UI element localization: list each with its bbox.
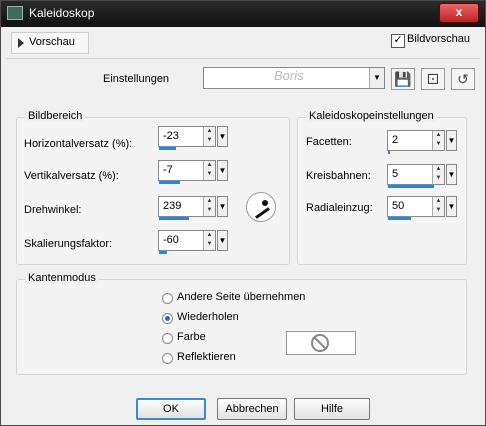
facetten-input[interactable]: 2 ▲ ▼ bbox=[387, 130, 445, 154]
spinner-arrows-icon[interactable]: ▲ ▼ bbox=[203, 161, 215, 180]
ok-button[interactable]: OK bbox=[136, 398, 206, 420]
save-icon[interactable]: 💾 bbox=[391, 68, 415, 90]
radio-reflektieren[interactable] bbox=[162, 353, 173, 364]
chevron-down-icon[interactable]: ▼ bbox=[217, 196, 228, 217]
preset-select[interactable]: Boris ▼ bbox=[203, 67, 385, 89]
chevron-down-icon[interactable]: ▼ bbox=[217, 126, 228, 147]
andere-seite-label: Andere Seite übernehmen bbox=[177, 291, 306, 303]
facetten-slider[interactable] bbox=[388, 151, 390, 154]
radio-farbe[interactable] bbox=[162, 333, 173, 344]
drehwinkel-value: 239 bbox=[163, 200, 182, 212]
horizontalversatz-label: Horizontalversatz (%): bbox=[24, 138, 133, 150]
preset-watermark: Boris bbox=[274, 68, 304, 83]
kreisbahnen-input[interactable]: 5 ▲ ▼ bbox=[387, 164, 445, 188]
color-swatch[interactable] bbox=[286, 331, 356, 355]
dial-knob bbox=[262, 200, 268, 206]
spinner-arrows-icon[interactable]: ▲ ▼ bbox=[432, 131, 444, 150]
spinner-arrows-icon[interactable]: ▲ ▼ bbox=[203, 127, 215, 146]
drehwinkel-slider[interactable] bbox=[159, 217, 189, 220]
drehwinkel-input[interactable]: 239 ▲ ▼ bbox=[158, 196, 216, 220]
dial-needle bbox=[255, 207, 270, 219]
facetten-value: 2 bbox=[392, 134, 399, 146]
facetten-label: Facetten: bbox=[306, 136, 352, 148]
kreisbahnen-value: 5 bbox=[392, 168, 399, 180]
title-bar: Kaleidoskop x bbox=[1, 1, 485, 27]
chevron-down-icon[interactable]: ▼ bbox=[446, 164, 457, 185]
dialog-body: Vorschau ✓ Bildvorschau Einstellungen Bo… bbox=[6, 27, 480, 421]
horizontalversatz-value: -23 bbox=[163, 130, 179, 142]
radio-andere-seite[interactable] bbox=[162, 293, 173, 304]
kreisbahnen-label: Kreisbahnen: bbox=[306, 170, 371, 182]
kaleidoskop-dialog: Kaleidoskop x Vorschau ✓ Bildvorschau Ei… bbox=[0, 0, 486, 426]
settings-label: Einstellungen bbox=[103, 73, 170, 85]
vertikalversatz-value: -7 bbox=[163, 164, 173, 176]
chevron-down-icon[interactable]: ▼ bbox=[217, 160, 228, 181]
radialeinzug-input[interactable]: 50 ▲ ▼ bbox=[387, 196, 445, 220]
bildvorschau-label: Bildvorschau bbox=[407, 33, 470, 45]
radialeinzug-value: 50 bbox=[392, 200, 405, 212]
chevron-down-icon[interactable]: ▼ bbox=[217, 230, 228, 251]
window-title: Kaleidoskop bbox=[29, 6, 95, 20]
skalierungsfaktor-label: Skalierungsfaktor: bbox=[24, 238, 113, 250]
horizontalversatz-input[interactable]: -23 ▲ ▼ bbox=[158, 126, 216, 150]
cancel-button[interactable]: Abbrechen bbox=[217, 398, 287, 420]
help-button[interactable]: Hilfe bbox=[294, 398, 370, 420]
divider bbox=[6, 58, 480, 59]
chevron-down-icon[interactable]: ▼ bbox=[446, 196, 457, 217]
kaleido-title: Kaleidoskopeinstellungen bbox=[306, 110, 437, 122]
reflektieren-label: Reflektieren bbox=[177, 351, 236, 363]
drehwinkel-label: Drehwinkel: bbox=[24, 204, 82, 216]
skalierungsfaktor-slider[interactable] bbox=[159, 251, 167, 254]
radialeinzug-label: Radialeinzug: bbox=[306, 202, 373, 214]
dice-icon[interactable]: ⚀ bbox=[421, 68, 445, 90]
wiederholen-label: Wiederholen bbox=[177, 311, 239, 323]
chevron-down-icon[interactable]: ▼ bbox=[369, 68, 384, 88]
skalierungsfaktor-input[interactable]: -60 ▲ ▼ bbox=[158, 230, 216, 254]
app-icon bbox=[7, 6, 23, 20]
radio-wiederholen[interactable] bbox=[162, 313, 173, 324]
kreisbahnen-slider[interactable] bbox=[388, 185, 434, 188]
spinner-arrows-icon[interactable]: ▲ ▼ bbox=[203, 197, 215, 216]
radialeinzug-slider[interactable] bbox=[388, 217, 411, 220]
reset-icon[interactable]: ↺ bbox=[451, 68, 475, 90]
preview-toggle-button[interactable]: Vorschau bbox=[11, 32, 89, 54]
no-sign-icon bbox=[311, 334, 329, 352]
spinner-arrows-icon[interactable]: ▲ ▼ bbox=[203, 231, 215, 250]
vertikalversatz-label: Vertikalversatz (%): bbox=[24, 170, 119, 182]
vertikalversatz-slider[interactable] bbox=[159, 181, 180, 184]
farbe-label: Farbe bbox=[177, 331, 206, 343]
preview-label: Vorschau bbox=[29, 36, 75, 48]
bildvorschau-checkbox[interactable]: ✓ bbox=[391, 34, 405, 48]
skalierungsfaktor-value: -60 bbox=[163, 234, 179, 246]
spinner-arrows-icon[interactable]: ▲ ▼ bbox=[432, 197, 444, 216]
bildbereich-title: Bildbereich bbox=[25, 110, 86, 122]
vertikalversatz-input[interactable]: -7 ▲ ▼ bbox=[158, 160, 216, 184]
chevron-down-icon[interactable]: ▼ bbox=[446, 130, 457, 151]
angle-dial[interactable] bbox=[246, 192, 276, 222]
close-button[interactable]: x bbox=[439, 3, 479, 23]
horizontalversatz-slider[interactable] bbox=[159, 147, 176, 150]
triangle-right-icon bbox=[18, 38, 24, 48]
kantenmodus-title: Kantenmodus bbox=[25, 272, 99, 284]
spinner-arrows-icon[interactable]: ▲ ▼ bbox=[432, 165, 444, 184]
